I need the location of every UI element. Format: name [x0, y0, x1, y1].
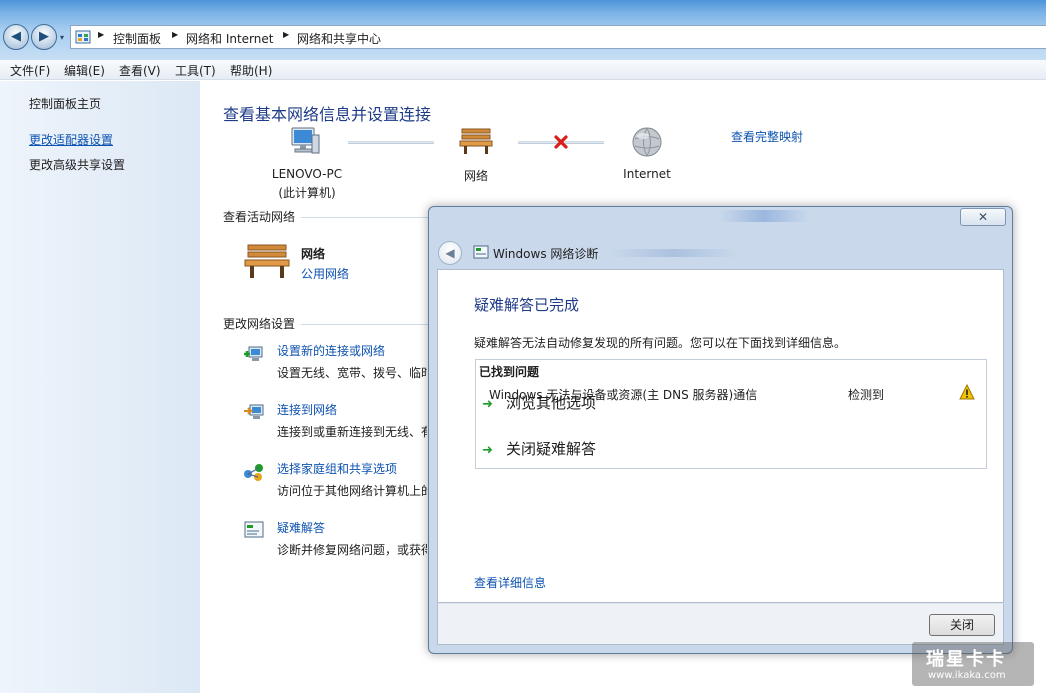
dialog-back-button[interactable]: ◀	[438, 241, 462, 265]
computer-name-label: LENOVO-PC	[271, 167, 343, 181]
dialog-body: 疑难解答已完成 疑难解答无法自动修复发现的所有问题。您可以在下面找到详细信息。 …	[437, 269, 1004, 603]
task-setup-connection-title[interactable]: 设置新的连接或网络	[277, 342, 385, 359]
close-button[interactable]: 关闭	[929, 614, 995, 636]
network-label: 网络	[463, 169, 488, 183]
view-full-map-link[interactable]: 查看完整映射	[731, 128, 803, 145]
watermark-brand: 瑞星卡卡	[926, 649, 1006, 670]
dialog-close-button[interactable]: ✕	[960, 208, 1006, 226]
section-divider	[301, 324, 431, 325]
page-title: 查看基本网络信息并设置连接	[223, 105, 432, 124]
problem-status: 检测到	[848, 388, 885, 402]
close-troubleshooter-command[interactable]: ➜ 关闭疑难解答	[482, 438, 596, 459]
connection-line	[348, 141, 434, 144]
recent-pages-dropdown[interactable]: ▾	[60, 33, 68, 42]
aero-glass-blur	[609, 249, 739, 257]
green-arrow-icon: ➜	[482, 397, 493, 412]
menu-bar: 文件(F) 编辑(E) 查看(V) 工具(T) 帮助(H)	[0, 60, 1046, 80]
task-troubleshoot-desc: 诊断并修复网络问题，或获得	[277, 543, 427, 557]
task-homegroup-title[interactable]: 选择家庭组和共享选项	[277, 460, 397, 477]
dialog-heading: 疑难解答已完成	[474, 296, 580, 314]
homegroup-icon[interactable]	[243, 460, 265, 482]
breadcrumb-control-panel[interactable]: 控制面板	[113, 30, 161, 47]
dialog-description: 疑难解答无法自动修复发现的所有问题。您可以在下面找到详细信息。	[474, 336, 847, 350]
back-arrow-icon: ◀	[445, 246, 455, 260]
back-button[interactable]: ◀	[3, 24, 29, 50]
task-setup-connection-desc: 设置无线、宽带、拨号、临时	[277, 366, 427, 380]
active-network-name: 网络	[301, 247, 326, 261]
menu-tools[interactable]: 工具(T)	[175, 62, 216, 79]
watermark-url: www.ikaka.com	[928, 670, 1006, 681]
sidebar-item-advanced-sharing[interactable]: 更改高级共享设置	[29, 156, 125, 173]
dialog-app-title: Windows 网络诊断	[493, 247, 599, 261]
aero-glass-blur	[719, 210, 809, 222]
view-details-link[interactable]: 查看详细信息	[474, 574, 546, 591]
menu-edit[interactable]: 编辑(E)	[64, 62, 105, 79]
task-connect-network-title[interactable]: 连接到网络	[277, 401, 337, 418]
internet-globe-icon[interactable]	[630, 125, 664, 159]
command-label: 浏览其他选项	[506, 394, 597, 412]
network-diagnostics-icon	[473, 245, 489, 259]
troubleshoot-icon[interactable]	[243, 519, 265, 541]
problems-header: 已找到问题	[479, 365, 540, 379]
disconnected-x-icon[interactable]	[553, 134, 569, 150]
window-title-bar: ◀ ▶ ▾ ▶ 控制面板 ▶ 网络和 Internet ▶ 网络和共享中心	[0, 0, 1046, 60]
green-arrow-icon: ➜	[482, 443, 493, 458]
task-troubleshoot-title[interactable]: 疑难解答	[277, 519, 325, 536]
command-label: 关闭疑难解答	[506, 440, 597, 458]
sidebar-item-home[interactable]: 控制面板主页	[29, 95, 101, 112]
connect-network-icon[interactable]	[243, 401, 265, 423]
task-homegroup-desc: 访问位于其他网络计算机上的	[277, 484, 427, 498]
menu-file[interactable]: 文件(F)	[10, 62, 50, 79]
menu-help[interactable]: 帮助(H)	[230, 62, 272, 79]
network-diagnostics-dialog: ✕ ◀ Windows 网络诊断 疑难解答已完成 疑难解答无法自动修复发现的所有…	[428, 206, 1013, 654]
breadcrumb-network-internet[interactable]: 网络和 Internet	[186, 30, 273, 47]
change-settings-heading: 更改网络设置	[223, 317, 296, 331]
network-bench-icon[interactable]	[459, 126, 493, 156]
explore-options-command[interactable]: ➜ 浏览其他选项	[482, 392, 596, 413]
breadcrumb-separator[interactable]: ▶	[283, 30, 289, 39]
new-connection-icon[interactable]	[243, 342, 265, 364]
close-icon: ✕	[977, 210, 989, 224]
warning-icon	[959, 384, 975, 400]
breadcrumb-separator[interactable]: ▶	[172, 30, 178, 39]
control-panel-icon	[75, 30, 91, 44]
back-arrow-icon: ◀	[11, 29, 21, 44]
internet-label: Internet	[623, 167, 671, 181]
computer-icon[interactable]	[288, 125, 322, 159]
breadcrumb-separator[interactable]: ▶	[98, 30, 104, 39]
network-type-link[interactable]: 公用网络	[301, 265, 349, 282]
dialog-footer: 关闭	[437, 603, 1004, 645]
public-network-bench-icon	[244, 244, 290, 278]
watermark-logo: 瑞星卡卡 www.ikaka.com	[912, 642, 1034, 686]
active-networks-heading: 查看活动网络	[223, 210, 296, 224]
address-bar[interactable]: ▶ 控制面板 ▶ 网络和 Internet ▶ 网络和共享中心	[70, 25, 1046, 49]
menu-view[interactable]: 查看(V)	[119, 62, 161, 79]
computer-note-label: (此计算机)	[278, 186, 336, 200]
sidebar: 控制面板主页 更改适配器设置 更改高级共享设置	[0, 81, 200, 693]
breadcrumb-sharing-center[interactable]: 网络和共享中心	[297, 30, 381, 47]
forward-arrow-icon: ▶	[39, 29, 49, 44]
task-connect-network-desc: 连接到或重新连接到无线、有	[277, 425, 427, 439]
forward-button[interactable]: ▶	[31, 24, 57, 50]
sidebar-item-adapter-settings[interactable]: 更改适配器设置	[29, 131, 113, 148]
section-divider	[301, 217, 431, 218]
